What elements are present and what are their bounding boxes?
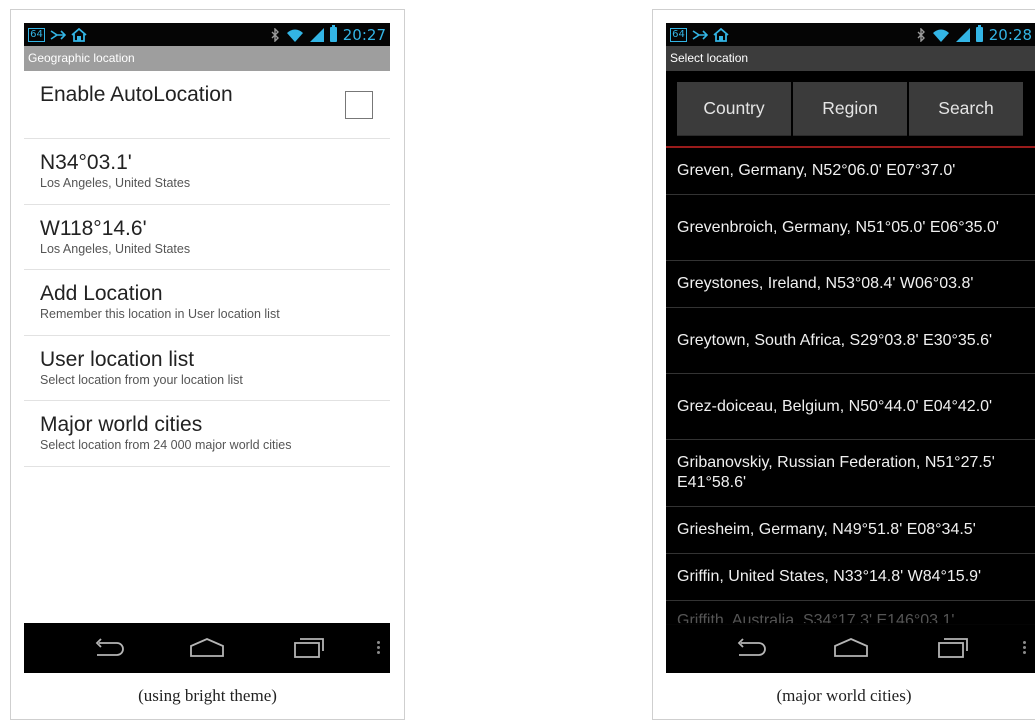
list-item[interactable]: Griesheim, Germany, N49°51.8' E08°34.5': [666, 507, 1035, 554]
city-picker: Country Region Search Greven, Germany, N…: [666, 71, 1035, 673]
list-item[interactable]: Greystones, Ireland, N53°08.4' W06°03.8': [666, 261, 1035, 308]
list-item[interactable]: Grez-doiceau, Belgium, N50°44.0' E04°42.…: [666, 374, 1035, 440]
tab-region[interactable]: Region: [793, 82, 907, 136]
major-world-cities-subtitle: Select location from 24 000 major world …: [40, 438, 292, 452]
back-icon[interactable]: [89, 633, 129, 663]
status-bar: 64 20:27: [24, 23, 390, 46]
wifi-icon: [286, 29, 303, 42]
bluetooth-icon: [917, 27, 925, 42]
latitude-value: N34°03.1': [40, 151, 132, 174]
filter-tabs: Country Region Search: [677, 82, 1023, 136]
enable-autolocation-label: Enable AutoLocation: [40, 83, 233, 106]
user-location-list-row[interactable]: User location list Select location from …: [24, 336, 390, 401]
enable-autolocation-row[interactable]: Enable AutoLocation: [24, 71, 390, 139]
battery-icon: [975, 25, 983, 42]
screen-title: Select location: [666, 46, 1035, 71]
major-world-cities-row[interactable]: Major world cities Select location from …: [24, 401, 390, 467]
longitude-value: W118°14.6': [40, 217, 147, 240]
tab-country[interactable]: Country: [677, 82, 791, 136]
phone-screen-dark: 64 20:28 Select location Country Region …: [666, 23, 1035, 673]
navigation-bar: [666, 623, 1035, 673]
notification-icon: [50, 30, 66, 40]
status-time: 20:28: [988, 25, 1032, 44]
signal-icon: [309, 27, 324, 42]
longitude-subtitle: Los Angeles, United States: [40, 242, 191, 256]
recents-icon[interactable]: [287, 633, 327, 663]
launcher-icon: [713, 28, 729, 42]
notification-count-badge: 64: [670, 28, 687, 42]
list-item[interactable]: Griffith, Australia, S34°17.3' E146°03.1…: [666, 601, 1035, 625]
add-location-subtitle: Remember this location in User location …: [40, 307, 280, 321]
list-item[interactable]: Griffin, United States, N33°14.8' W84°15…: [666, 554, 1035, 601]
bluetooth-icon: [271, 27, 279, 42]
home-icon[interactable]: [187, 633, 227, 663]
tab-search[interactable]: Search: [909, 82, 1023, 136]
status-bar: 64 20:28: [666, 23, 1035, 46]
recents-icon[interactable]: [931, 633, 971, 663]
add-location-row[interactable]: Add Location Remember this location in U…: [24, 270, 390, 336]
list-item[interactable]: Grevenbroich, Germany, N51°05.0' E06°35.…: [666, 195, 1035, 261]
latitude-row[interactable]: N34°03.1' Los Angeles, United States: [24, 139, 390, 205]
settings-list: Enable AutoLocation N34°03.1' Los Angele…: [24, 71, 390, 467]
user-location-list-subtitle: Select location from your location list: [40, 373, 243, 387]
longitude-row[interactable]: W118°14.6' Los Angeles, United States: [24, 205, 390, 270]
right-screenshot-panel: 64 20:28 Select location Country Region …: [652, 9, 1035, 720]
add-location-label: Add Location: [40, 282, 163, 305]
overflow-menu-icon[interactable]: [1023, 641, 1027, 655]
list-item[interactable]: Greytown, South Africa, S29°03.8' E30°35…: [666, 308, 1035, 374]
home-icon[interactable]: [831, 633, 871, 663]
navigation-bar: [24, 623, 390, 673]
major-world-cities-label: Major world cities: [40, 413, 203, 436]
autolocation-checkbox[interactable]: [345, 91, 373, 119]
wifi-icon: [932, 29, 949, 42]
user-location-list-label: User location list: [40, 348, 195, 371]
list-item[interactable]: Gribanovskiy, Russian Federation, N51°27…: [666, 440, 1035, 507]
battery-icon: [329, 25, 337, 42]
screen-title: Geographic location: [24, 46, 390, 71]
back-icon[interactable]: [731, 633, 771, 663]
left-caption: (using bright theme): [138, 686, 277, 705]
list-item[interactable]: Greven, Germany, N52°06.0' E07°37.0': [666, 148, 1035, 195]
notification-count-badge: 64: [28, 28, 45, 42]
signal-icon: [955, 27, 970, 42]
status-time: 20:27: [342, 25, 386, 44]
city-list: Greven, Germany, N52°06.0' E07°37.0' Gre…: [666, 148, 1035, 625]
right-caption: (major world cities): [776, 686, 912, 705]
notification-icon: [692, 30, 708, 40]
latitude-subtitle: Los Angeles, United States: [40, 176, 191, 190]
launcher-icon: [71, 28, 87, 42]
phone-screen-bright: 64 20:27 Geographic location Enable Auto…: [24, 23, 390, 673]
left-screenshot-panel: 64 20:27 Geographic location Enable Auto…: [10, 9, 405, 720]
overflow-menu-icon[interactable]: [377, 641, 381, 655]
